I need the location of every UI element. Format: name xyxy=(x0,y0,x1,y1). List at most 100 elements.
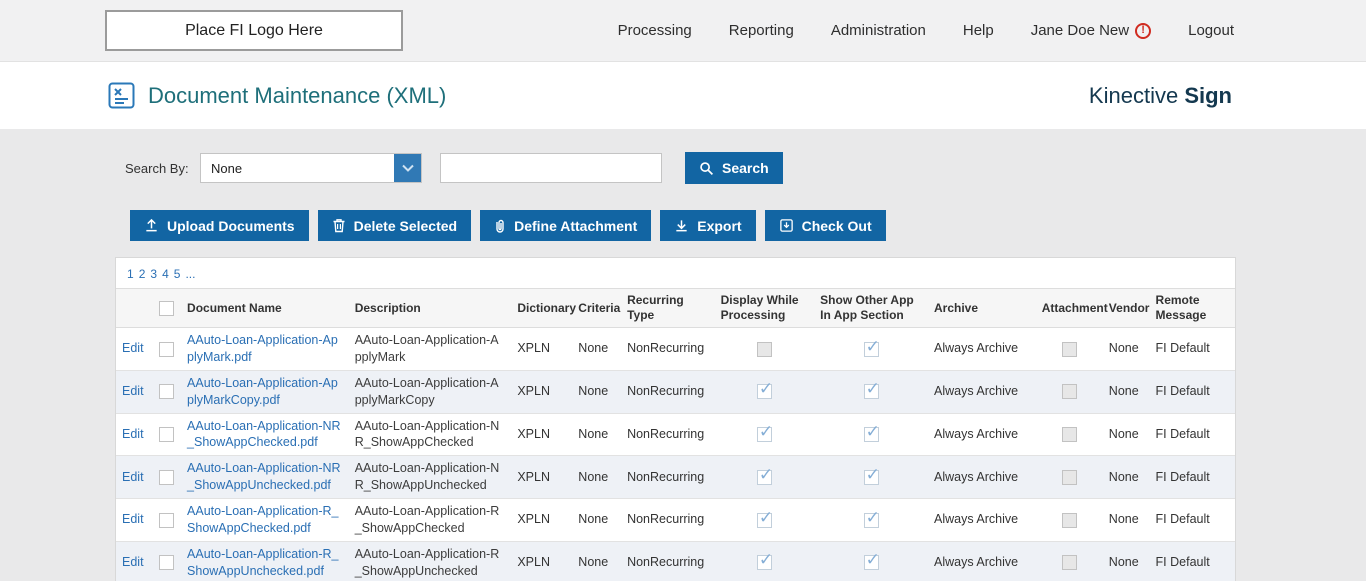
document-name-link[interactable]: AAuto-Loan-Application-R_ShowAppChecked.… xyxy=(187,503,343,537)
select-all-checkbox[interactable] xyxy=(159,301,174,316)
display-while-processing-cell xyxy=(715,541,815,581)
attachment-checkbox[interactable] xyxy=(1062,384,1077,399)
vendor-cell: None xyxy=(1103,541,1150,581)
attachment-cell xyxy=(1036,413,1103,456)
header-document-name: Document Name xyxy=(181,289,349,328)
chevron-down-icon xyxy=(394,154,421,182)
show-other-app-checkbox[interactable] xyxy=(864,470,879,485)
show-other-app-checkbox[interactable] xyxy=(864,342,879,357)
archive-cell: Always Archive xyxy=(928,370,1036,413)
edit-link[interactable]: Edit xyxy=(122,512,144,526)
table-row: Edit AAuto-Loan-Application-NR_ShowAppUn… xyxy=(116,456,1235,499)
search-by-dropdown[interactable]: None xyxy=(200,153,422,183)
row-checkbox[interactable] xyxy=(159,470,174,485)
remote-message-cell: FI Default xyxy=(1150,370,1235,413)
page-link-5[interactable]: 5 xyxy=(174,267,181,281)
edit-link[interactable]: Edit xyxy=(122,341,144,355)
page-link-4[interactable]: 4 xyxy=(162,267,169,281)
show-other-app-checkbox[interactable] xyxy=(864,384,879,399)
edit-link[interactable]: Edit xyxy=(122,555,144,569)
attachment-cell xyxy=(1036,456,1103,499)
pagination: 1 2 3 4 5 ... xyxy=(116,258,1235,288)
remote-message-cell: FI Default xyxy=(1150,328,1235,371)
table-row: Edit AAuto-Loan-Application-R_ShowAppChe… xyxy=(116,499,1235,542)
remote-message-cell: FI Default xyxy=(1150,413,1235,456)
document-name-link[interactable]: AAuto-Loan-Application-R_ShowAppUnchecke… xyxy=(187,546,343,580)
upload-documents-button[interactable]: Upload Documents xyxy=(130,210,309,241)
attachment-checkbox[interactable] xyxy=(1062,513,1077,528)
display-while-processing-checkbox[interactable] xyxy=(757,342,772,357)
edit-cell: Edit xyxy=(116,413,153,456)
vendor-cell: None xyxy=(1103,456,1150,499)
display-while-processing-checkbox[interactable] xyxy=(757,513,772,528)
show-other-app-checkbox[interactable] xyxy=(864,555,879,570)
show-other-app-cell xyxy=(814,413,928,456)
description-cell: AAuto-Loan-Application-ApplyMark xyxy=(349,328,512,371)
title-band: Document Maintenance (XML) Kinective Sig… xyxy=(0,62,1366,129)
edit-cell: Edit xyxy=(116,499,153,542)
description-cell: AAuto-Loan-Application-NR_ShowAppUncheck… xyxy=(349,456,512,499)
header-criteria: Criteria xyxy=(572,289,621,328)
archive-cell: Always Archive xyxy=(928,456,1036,499)
page-link-3[interactable]: 3 xyxy=(150,267,157,281)
search-input[interactable] xyxy=(440,153,662,183)
table-header-row: Document Name Description Dictionary Cri… xyxy=(116,289,1235,328)
criteria-cell: None xyxy=(572,499,621,542)
search-button[interactable]: Search xyxy=(685,152,783,184)
nav-reporting[interactable]: Reporting xyxy=(729,22,794,39)
show-other-app-cell xyxy=(814,456,928,499)
dictionary-cell: XPLN xyxy=(511,328,572,371)
display-while-processing-checkbox[interactable] xyxy=(757,384,772,399)
nav-help[interactable]: Help xyxy=(963,22,994,39)
row-checkbox[interactable] xyxy=(159,555,174,570)
attachment-checkbox[interactable] xyxy=(1062,342,1077,357)
content-area: Search By: None Search Upload Documents xyxy=(0,129,1366,581)
select-cell xyxy=(153,328,181,371)
nav-administration[interactable]: Administration xyxy=(831,22,926,39)
row-checkbox[interactable] xyxy=(159,427,174,442)
document-name-cell: AAuto-Loan-Application-R_ShowAppChecked.… xyxy=(181,499,349,542)
vendor-cell: None xyxy=(1103,499,1150,542)
display-while-processing-cell xyxy=(715,413,815,456)
nav-user-jane-doe[interactable]: Jane Doe New ! xyxy=(1031,22,1151,39)
alert-icon: ! xyxy=(1135,23,1151,39)
attachment-checkbox[interactable] xyxy=(1062,427,1077,442)
edit-link[interactable]: Edit xyxy=(122,427,144,441)
check-out-button[interactable]: Check Out xyxy=(765,210,886,241)
display-while-processing-checkbox[interactable] xyxy=(757,555,772,570)
row-checkbox[interactable] xyxy=(159,342,174,357)
export-icon xyxy=(674,218,689,233)
remote-message-cell: FI Default xyxy=(1150,456,1235,499)
description-cell: AAuto-Loan-Application-R_ShowAppUnchecke… xyxy=(349,541,512,581)
edit-link[interactable]: Edit xyxy=(122,384,144,398)
document-name-link[interactable]: AAuto-Loan-Application-ApplyMark.pdf xyxy=(187,332,343,366)
display-while-processing-checkbox[interactable] xyxy=(757,470,772,485)
delete-selected-button[interactable]: Delete Selected xyxy=(318,210,472,241)
document-name-link[interactable]: AAuto-Loan-Application-NR_ShowAppChecked… xyxy=(187,418,343,452)
paperclip-icon xyxy=(494,218,506,234)
header-vendor: Vendor xyxy=(1103,289,1150,328)
show-other-app-checkbox[interactable] xyxy=(864,427,879,442)
document-name-link[interactable]: AAuto-Loan-Application-NR_ShowAppUncheck… xyxy=(187,460,343,494)
display-while-processing-checkbox[interactable] xyxy=(757,427,772,442)
attachment-checkbox[interactable] xyxy=(1062,470,1077,485)
attachment-checkbox[interactable] xyxy=(1062,555,1077,570)
edit-column-header xyxy=(116,289,153,328)
nav-processing[interactable]: Processing xyxy=(618,22,692,39)
attachment-cell xyxy=(1036,370,1103,413)
page-link-2[interactable]: 2 xyxy=(139,267,146,281)
nav-logout[interactable]: Logout xyxy=(1188,22,1234,39)
page-link-1[interactable]: 1 xyxy=(127,267,134,281)
export-button[interactable]: Export xyxy=(660,210,755,241)
page-link-more[interactable]: ... xyxy=(185,267,195,281)
document-name-cell: AAuto-Loan-Application-ApplyMarkCopy.pdf xyxy=(181,370,349,413)
show-other-app-checkbox[interactable] xyxy=(864,513,879,528)
define-attachment-button[interactable]: Define Attachment xyxy=(480,210,651,241)
edit-link[interactable]: Edit xyxy=(122,470,144,484)
header-recurring-type: Recurring Type xyxy=(621,289,715,328)
select-cell xyxy=(153,456,181,499)
row-checkbox[interactable] xyxy=(159,513,174,528)
document-name-link[interactable]: AAuto-Loan-Application-ApplyMarkCopy.pdf xyxy=(187,375,343,409)
recurring-type-cell: NonRecurring xyxy=(621,328,715,371)
row-checkbox[interactable] xyxy=(159,384,174,399)
